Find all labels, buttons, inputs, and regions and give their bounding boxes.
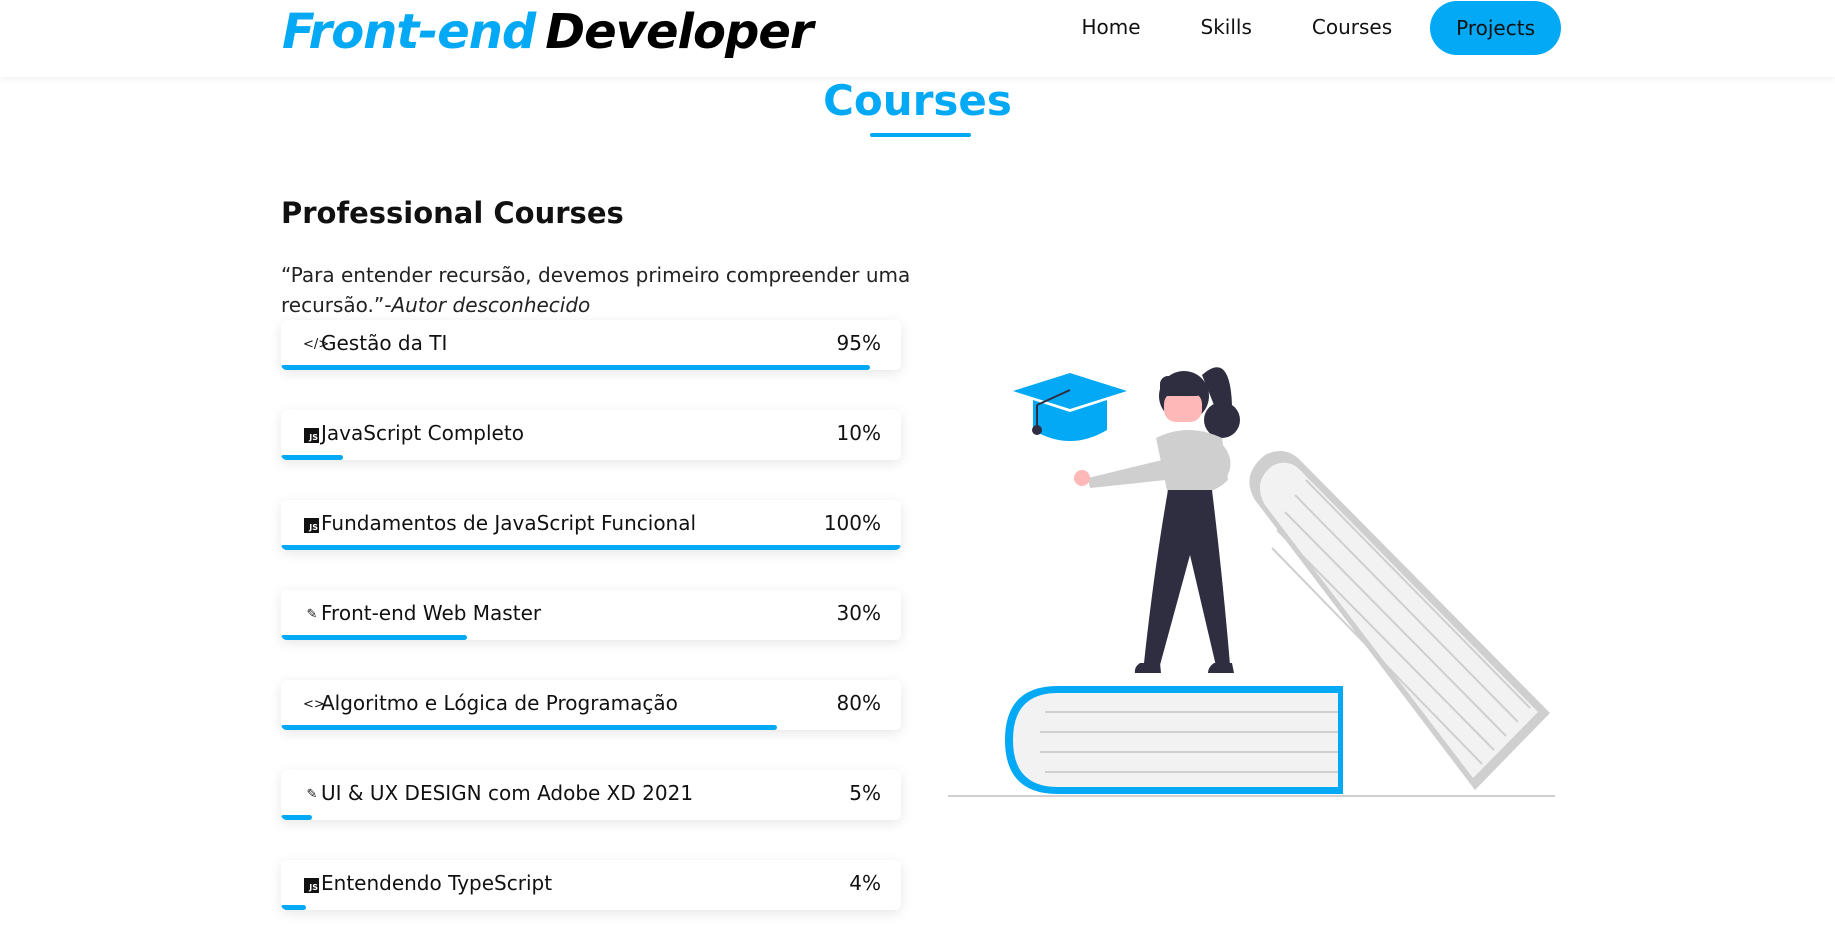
course-percent: 30% [836,601,881,625]
nav-courses-link[interactable]: Courses [1282,0,1422,55]
nav-home-link[interactable]: Home [1051,0,1170,55]
section-title: Courses [823,76,1012,125]
code-brackets-icon: <> [303,697,325,712]
course-percent: 10% [836,421,881,445]
javascript-icon: JS [304,428,319,443]
quote-text: “Para entender recursão, devemos primeir… [281,260,921,320]
course-name: UI & UX DESIGN com Adobe XD 2021 [321,781,694,805]
javascript-icon: JS [304,518,319,533]
nav-skills-link[interactable]: Skills [1171,0,1282,55]
code-slash-icon: </> [303,337,330,352]
course-card: JS JavaScript Completo 10% [281,410,901,460]
professional-courses-heading: Professional Courses [281,196,624,230]
graduation-cap-icon [1013,373,1127,441]
course-name: Front-end Web Master [321,601,542,625]
nav-projects-button[interactable]: Projects [1430,0,1561,55]
course-progress-bar [281,725,777,730]
course-card: JS Entendendo TypeScript 4% [281,860,901,910]
course-card: JS Fundamentos de JavaScript Funcional 1… [281,500,901,550]
course-progress-bar [281,635,467,640]
section-title-underline [870,133,971,137]
course-percent: 80% [836,691,881,715]
main-nav: Home Skills Courses Projects [1051,0,1561,55]
bottom-book-illustration [1005,686,1343,794]
course-name: JavaScript Completo [321,421,524,445]
quote-body: “Para entender recursão, devemos primeir… [281,263,911,317]
course-name: Entendendo TypeScript [321,871,553,895]
course-percent: 5% [849,781,881,805]
logo-accent-text: Front-end [282,4,536,60]
course-card: <> Algoritmo e Lógica de Programação 80% [281,680,901,730]
course-card: ✎ UI & UX DESIGN com Adobe XD 2021 5% [281,770,901,820]
javascript-icon: JS [304,878,319,893]
course-name: Fundamentos de JavaScript Funcional [321,511,697,535]
pen-icon: ✎ [306,787,318,802]
logo-plain-text: Developer [545,4,813,60]
course-progress-bar [281,455,343,460]
course-progress-bar [281,815,312,820]
course-percent: 4% [849,871,881,895]
pen-icon: ✎ [306,607,318,622]
graduate-illustration [948,367,1555,797]
course-card: ✎ Front-end Web Master 30% [281,590,901,640]
course-percent: 100% [823,511,881,535]
course-name: Gestão da TI [321,331,448,355]
course-percent: 95% [836,331,881,355]
course-progress-bar [281,365,870,370]
quote-author: -Autor desconhecido [384,293,591,317]
site-header: Front-end Developer Home Skills Courses P… [0,0,1835,77]
course-name: Algoritmo e Lógica de Programação [321,691,678,715]
site-logo[interactable]: Front-end Developer [282,4,814,60]
course-card: </> Gestão da TI 95% [281,320,901,370]
course-progress-bar [281,545,901,550]
course-progress-bar [281,905,306,910]
